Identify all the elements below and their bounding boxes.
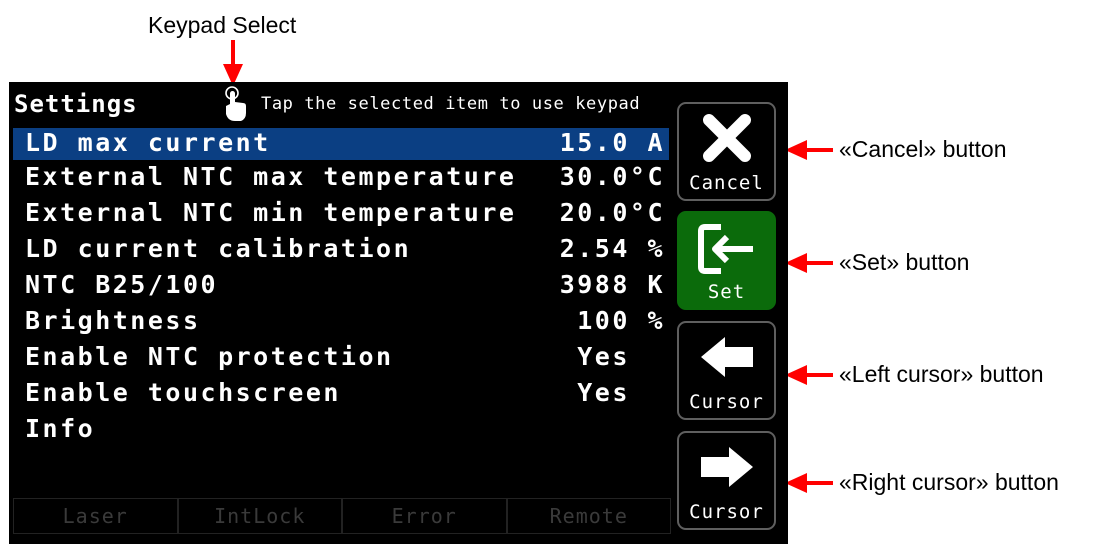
arrow-left-icon	[679, 329, 774, 385]
row-label: External NTC min temperature	[25, 198, 517, 227]
right-cursor-label: Cursor	[689, 501, 764, 523]
row-label: Enable NTC protection	[25, 342, 394, 371]
settings-row-info[interactable]: Info	[13, 412, 669, 448]
settings-row-touchscreen[interactable]: Enable touchscreen Yes	[13, 376, 669, 412]
row-label: NTC B25/100	[25, 270, 219, 299]
enter-icon	[679, 219, 774, 279]
page-title: Settings	[14, 90, 138, 118]
settings-row-brightness[interactable]: Brightness 100 %	[13, 304, 669, 340]
status-bar: Laser IntLock Error Remote	[13, 498, 671, 534]
row-label: Info	[25, 414, 96, 443]
settings-row-ntc-max-temp[interactable]: External NTC max temperature 30.0°C	[13, 160, 669, 196]
left-cursor-label: Cursor	[689, 391, 764, 413]
callout-left-cursor: «Left cursor» button	[839, 361, 1044, 387]
callout-right-cursor: «Right cursor» button	[839, 469, 1059, 495]
row-value: Yes	[577, 342, 665, 371]
settings-row-ld-calibration[interactable]: LD current calibration 2.54 %	[13, 232, 669, 268]
status-remote: Remote	[506, 498, 671, 534]
cancel-label: Cancel	[689, 172, 764, 194]
row-value: 3988 K	[559, 270, 665, 299]
callout-set: «Set» button	[839, 249, 970, 275]
close-icon	[679, 110, 774, 166]
row-value: 30.0°C	[559, 162, 665, 191]
settings-row-ntc-min-temp[interactable]: External NTC min temperature 20.0°C	[13, 196, 669, 232]
arrow-right-icon	[679, 439, 774, 495]
row-label: External NTC max temperature	[25, 162, 517, 191]
settings-row-ntc-b25[interactable]: NTC B25/100 3988 K	[13, 268, 669, 304]
settings-row-ntc-protection[interactable]: Enable NTC protection Yes	[13, 340, 669, 376]
callout-arrow-set	[785, 253, 833, 273]
row-label: LD current calibration	[25, 234, 412, 263]
row-value: 2.54 %	[559, 234, 665, 263]
row-value: Yes	[577, 378, 665, 407]
callout-cancel: «Cancel» button	[839, 136, 1007, 162]
row-value: 100 %	[577, 306, 665, 335]
callout-arrow-cancel	[785, 140, 833, 160]
callout-keypad-select: Keypad Select	[148, 12, 297, 38]
status-laser: Laser	[13, 498, 178, 534]
device-screen: Settings Tap the selected item to use ke…	[9, 82, 788, 544]
row-value: 20.0°C	[559, 198, 665, 227]
right-cursor-button[interactable]: Cursor	[677, 431, 776, 530]
settings-list: LD max current 15.0 A External NTC max t…	[13, 128, 669, 448]
row-label: Brightness	[25, 306, 201, 335]
row-label: LD max current	[25, 128, 271, 157]
cancel-button[interactable]: Cancel	[677, 102, 776, 201]
touch-hand-icon	[222, 86, 248, 126]
status-error: Error	[342, 498, 507, 534]
callout-arrow-left-cursor	[785, 365, 833, 385]
status-intlock: IntLock	[177, 498, 342, 534]
callout-arrow-right-cursor	[785, 473, 833, 493]
settings-row-ld-max-current[interactable]: LD max current 15.0 A	[13, 128, 669, 160]
set-label: Set	[707, 281, 746, 303]
row-label: Enable touchscreen	[25, 378, 341, 407]
keypad-hint: Tap the selected item to use keypad	[261, 94, 641, 114]
left-cursor-button[interactable]: Cursor	[677, 321, 776, 420]
set-button[interactable]: Set	[677, 211, 776, 310]
row-value: 15.0 A	[559, 128, 665, 157]
